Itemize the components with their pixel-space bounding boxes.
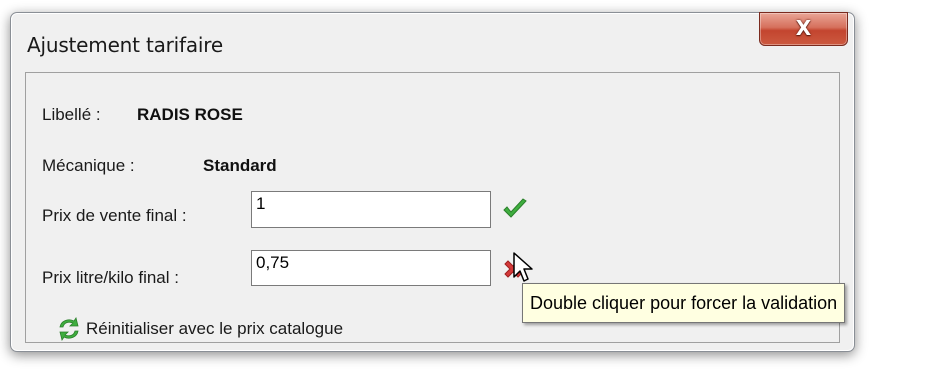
- libelle-value: RADIS ROSE: [137, 105, 243, 124]
- prix-vente-label: Prix de vente final :: [42, 206, 187, 225]
- reset-label: Réinitialiser avec le prix catalogue: [86, 319, 344, 338]
- refresh-icon: [59, 317, 79, 341]
- tooltip-text: Double cliquer pour forcer la validation: [530, 292, 838, 313]
- mecanique-value: Standard: [203, 156, 277, 175]
- prix-litre-input[interactable]: 0,75: [251, 250, 491, 286]
- mecanique-label: Mécanique :: [42, 156, 135, 175]
- close-button[interactable]: X: [759, 12, 848, 46]
- check-icon: [503, 198, 527, 218]
- validation-tooltip: Double cliquer pour forcer la validation: [522, 283, 846, 323]
- prix-vente-input[interactable]: 1: [251, 191, 491, 228]
- prix-litre-label: Prix litre/kilo final :: [42, 268, 179, 287]
- title-bar[interactable]: Ajustement tarifaire X: [11, 12, 854, 71]
- close-icon: X: [795, 16, 812, 40]
- libelle-label: Libellé :: [42, 105, 101, 124]
- screen: Ajustement tarifaire X Libellé : RADIS R…: [0, 0, 941, 372]
- window-title: Ajustement tarifaire: [27, 33, 223, 57]
- reset-catalogue-button[interactable]: Réinitialiser avec le prix catalogue: [56, 316, 343, 342]
- mouse-pointer-icon: [513, 252, 533, 282]
